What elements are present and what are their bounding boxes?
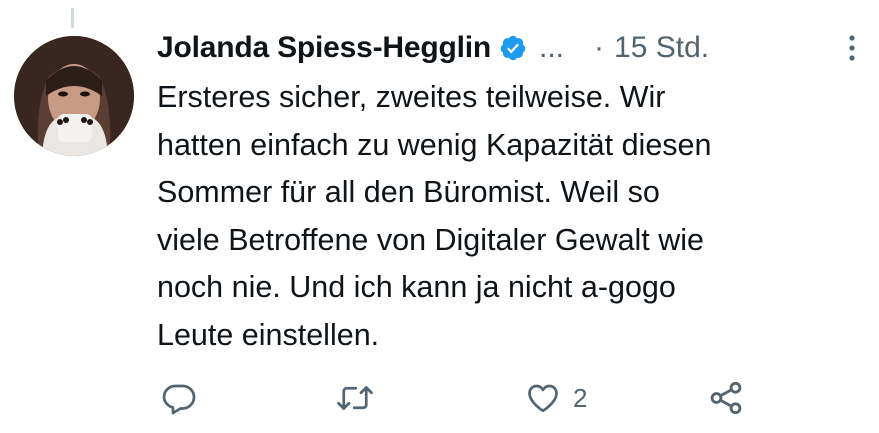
thread-line bbox=[71, 8, 74, 28]
retweet-icon bbox=[337, 386, 373, 410]
author-name[interactable]: Jolanda Spiess-Hegglin bbox=[157, 31, 491, 65]
reply-button[interactable] bbox=[161, 376, 197, 420]
like-count: 2 bbox=[573, 382, 588, 413]
header-separator: · bbox=[594, 31, 605, 64]
tweet-header: Jolanda Spiess-Hegglin ... · 15 Std. bbox=[157, 28, 867, 68]
tweet-text: Ersteres sicher, zweites teilweise. Wir … bbox=[157, 74, 872, 359]
retweet-button[interactable] bbox=[335, 376, 375, 420]
like-button[interactable]: 2 bbox=[525, 376, 587, 420]
share-button[interactable] bbox=[707, 376, 745, 420]
name-overflow-ellipsis: ... bbox=[539, 31, 565, 64]
avatar-photo bbox=[14, 36, 134, 156]
tweet-text-line: Sommer für all den Büromist. Weil so bbox=[157, 175, 660, 209]
more-options-icon[interactable] bbox=[842, 32, 862, 64]
avatar[interactable] bbox=[14, 36, 134, 156]
tweet-text-line: viele Betroffene von Digitaler Gewalt wi… bbox=[157, 222, 705, 257]
tweet-text-line: noch nie. Und ich kann ja nicht a-gogo bbox=[157, 270, 676, 304]
tweet-text-line: hatten einfach zu wenig Kapazität diesen bbox=[157, 127, 712, 162]
reply-icon bbox=[162, 384, 196, 415]
tweet-actions: 2 bbox=[157, 376, 857, 420]
tweet-timestamp[interactable]: 15 Std. bbox=[614, 31, 709, 65]
tweet-text-line: Ersteres sicher, zweites teilweise. Wir bbox=[157, 80, 666, 114]
tweet-text-line: Leute einstellen. bbox=[157, 317, 380, 352]
heart-icon bbox=[528, 384, 558, 413]
verified-badge-icon bbox=[499, 34, 527, 62]
share-icon bbox=[710, 381, 742, 415]
